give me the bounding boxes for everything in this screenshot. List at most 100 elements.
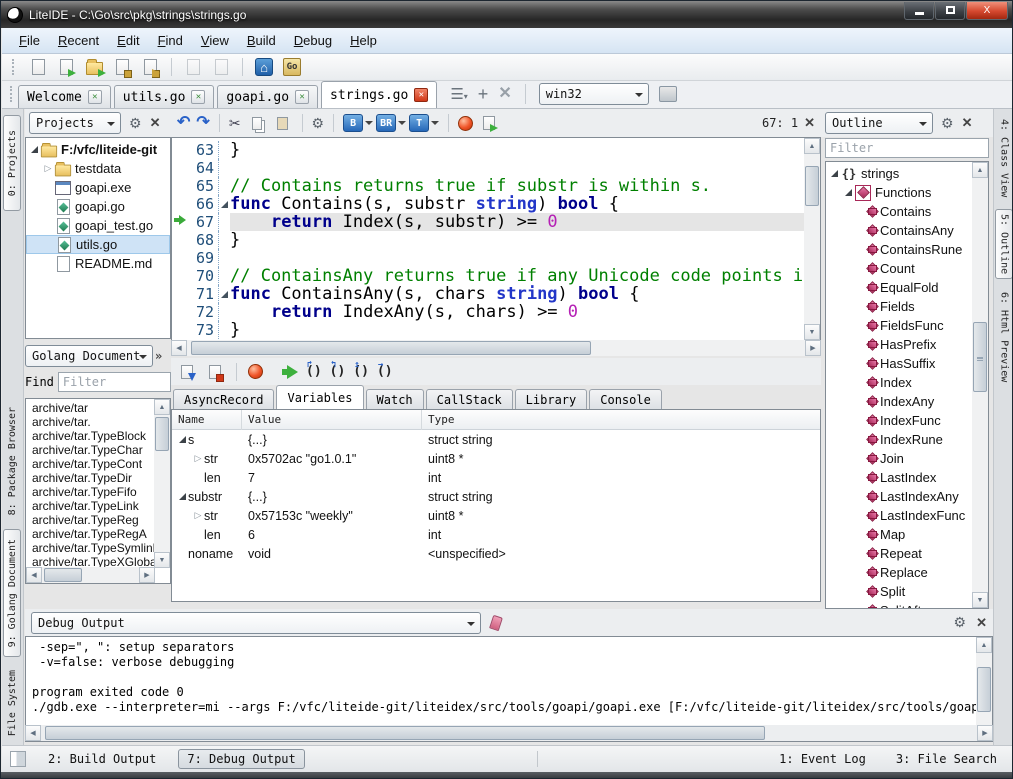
status-build-output[interactable]: 2: Build Output [40, 750, 164, 768]
list-item[interactable]: archive/tar.TypeReg [26, 513, 155, 527]
doc-tab-close-icon[interactable]: ✕ [414, 88, 428, 102]
doc-tab[interactable]: goapi.go✕ [217, 85, 318, 108]
outline-combo[interactable]: Outline [825, 112, 933, 134]
tree-item[interactable]: SplitAfter [826, 601, 973, 608]
tree-item[interactable]: Repeat [826, 544, 973, 563]
list-item[interactable]: archive/tar. [26, 415, 155, 429]
code-text[interactable]: return IndexAny(s, chars) >= 0 [230, 303, 804, 321]
editor-hscrollbar[interactable]: ◀▶ [171, 340, 821, 356]
tree-item[interactable]: LastIndexAny [826, 487, 973, 506]
variable-row[interactable]: len6int [172, 525, 820, 544]
expander-icon[interactable]: ▷ [42, 163, 54, 174]
tabbar-grip[interactable] [10, 86, 14, 102]
remove-breakpoint-icon[interactable] [205, 362, 225, 382]
package-list-hscrollbar[interactable]: ◀▶ [26, 567, 155, 583]
list-item[interactable]: archive/tar.TypeBlock [26, 429, 155, 443]
doc-tab[interactable]: Welcome✕ [18, 85, 111, 108]
tree-item[interactable]: IndexAny [826, 392, 973, 411]
tree-item[interactable]: goapi_test.go [26, 216, 170, 235]
env-config-button[interactable] [659, 86, 677, 102]
fold-marker-icon[interactable] [218, 285, 230, 303]
home-icon[interactable]: ⌂ [254, 57, 274, 77]
redo-icon[interactable]: ↷ [196, 115, 209, 131]
copy-icon[interactable] [247, 113, 267, 133]
variable-row[interactable]: ▷str0x5702ac "go1.0.1"uint8 * [172, 449, 820, 468]
menu-find[interactable]: Find [149, 30, 192, 51]
doc-tab[interactable]: utils.go✕ [114, 85, 215, 108]
debug-tab-asyncrecord[interactable]: AsyncRecord [173, 389, 274, 409]
expander-icon[interactable]: ▷ [192, 453, 204, 464]
variable-row[interactable]: ▷str0x57153c "weekly"uint8 * [172, 506, 820, 525]
code-text[interactable]: return Index(s, substr) >= 0 [230, 213, 804, 231]
package-list-vscrollbar[interactable]: ▲▼ [154, 399, 170, 568]
outline-vscrollbar[interactable]: ▲▼ [972, 162, 988, 608]
build-config-icon[interactable]: ⚙ [312, 115, 325, 132]
step-over-icon[interactable]: ↱() [306, 364, 322, 379]
open-folder-icon[interactable] [84, 57, 104, 77]
run-file-icon[interactable] [479, 113, 499, 133]
expander-icon[interactable] [842, 189, 854, 196]
revert-file-icon[interactable] [183, 57, 203, 77]
tree-item[interactable]: LastIndex [826, 468, 973, 487]
output-close-icon[interactable]: ✕ [976, 615, 987, 631]
minimize-button[interactable] [904, 2, 934, 20]
debug-tab-callstack[interactable]: CallStack [426, 389, 513, 409]
tree-item[interactable]: HasSuffix [826, 354, 973, 373]
list-item[interactable]: archive/tar [26, 401, 155, 415]
debug-stop-icon[interactable] [248, 364, 263, 379]
col-value[interactable]: Value [242, 410, 422, 430]
stop-action-icon[interactable] [458, 116, 473, 131]
overflow-chevron-icon[interactable]: » [155, 349, 162, 363]
dock-toggle-icon[interactable] [10, 751, 26, 767]
output-gear-icon[interactable]: ⚙ [954, 614, 967, 631]
outline-close-icon[interactable]: ✕ [962, 115, 973, 131]
outline-filter-input[interactable] [825, 138, 989, 158]
target-combo[interactable]: win32 [539, 83, 649, 105]
menu-help[interactable]: Help [341, 30, 386, 51]
projects-combo[interactable]: Projects [29, 112, 121, 134]
tree-item[interactable]: EqualFold [826, 278, 973, 297]
code-editor[interactable]: 63}6465// Contains returns true if subst… [171, 137, 821, 340]
output-combo[interactable]: Debug Output [31, 612, 481, 634]
build-button-br[interactable]: BR [376, 114, 406, 132]
expander-icon[interactable] [176, 493, 188, 500]
golang-document-combo[interactable]: Golang Document [25, 345, 153, 367]
dock-tab-golang-document[interactable]: 9: Golang Document [3, 529, 21, 657]
status-file-search[interactable]: 3: File Search [888, 750, 1005, 768]
fold-marker-icon[interactable] [218, 195, 230, 213]
tree-item[interactable]: Functions [826, 183, 973, 202]
tree-item[interactable]: goapi.exe [26, 178, 170, 197]
menu-edit[interactable]: Edit [108, 30, 148, 51]
titlebar[interactable]: LiteIDE - C:\Go\src\pkg\strings\strings.… [1, 1, 1013, 28]
tree-item[interactable]: Replace [826, 563, 973, 582]
tree-item[interactable]: Fields [826, 297, 973, 316]
menu-recent[interactable]: Recent [49, 30, 108, 51]
debug-tab-console[interactable]: Console [589, 389, 662, 409]
maximize-button[interactable] [935, 2, 965, 20]
tree-item[interactable]: README.md [26, 254, 170, 273]
close-button[interactable]: X [966, 2, 1008, 20]
tree-item[interactable]: FieldsFunc [826, 316, 973, 335]
variable-row[interactable]: len7int [172, 468, 820, 487]
tree-item[interactable]: goapi.go [26, 197, 170, 216]
new-file-icon[interactable] [28, 57, 48, 77]
menu-view[interactable]: View [192, 30, 238, 51]
outline-gear-icon[interactable]: ⚙ [941, 115, 954, 132]
split-editor-icon[interactable]: + [478, 85, 489, 103]
chevron-down-icon[interactable] [365, 121, 373, 129]
list-item[interactable]: archive/tar.TypeDir [26, 471, 155, 485]
tree-item[interactable]: Contains [826, 202, 973, 221]
list-item[interactable]: archive/tar.TypeSymlink [26, 541, 155, 555]
menu-file[interactable]: File [10, 30, 49, 51]
code-text[interactable] [230, 159, 804, 177]
list-item[interactable]: archive/tar.TypeLink [26, 499, 155, 513]
build-button-b[interactable]: B [343, 114, 373, 132]
tab-list-icon[interactable]: ☰▾ [450, 87, 467, 102]
save-all-icon[interactable] [140, 57, 160, 77]
paste-icon[interactable] [273, 113, 293, 133]
dock-tab-html-preview[interactable]: 6: Html Preview [995, 287, 1013, 387]
cut-icon[interactable]: ✂ [229, 115, 241, 132]
tree-item[interactable]: ▷testdata [26, 159, 170, 178]
projects-close-icon[interactable]: ✕ [150, 115, 161, 131]
dock-tab-class-view[interactable]: 4: Class View [995, 115, 1013, 201]
